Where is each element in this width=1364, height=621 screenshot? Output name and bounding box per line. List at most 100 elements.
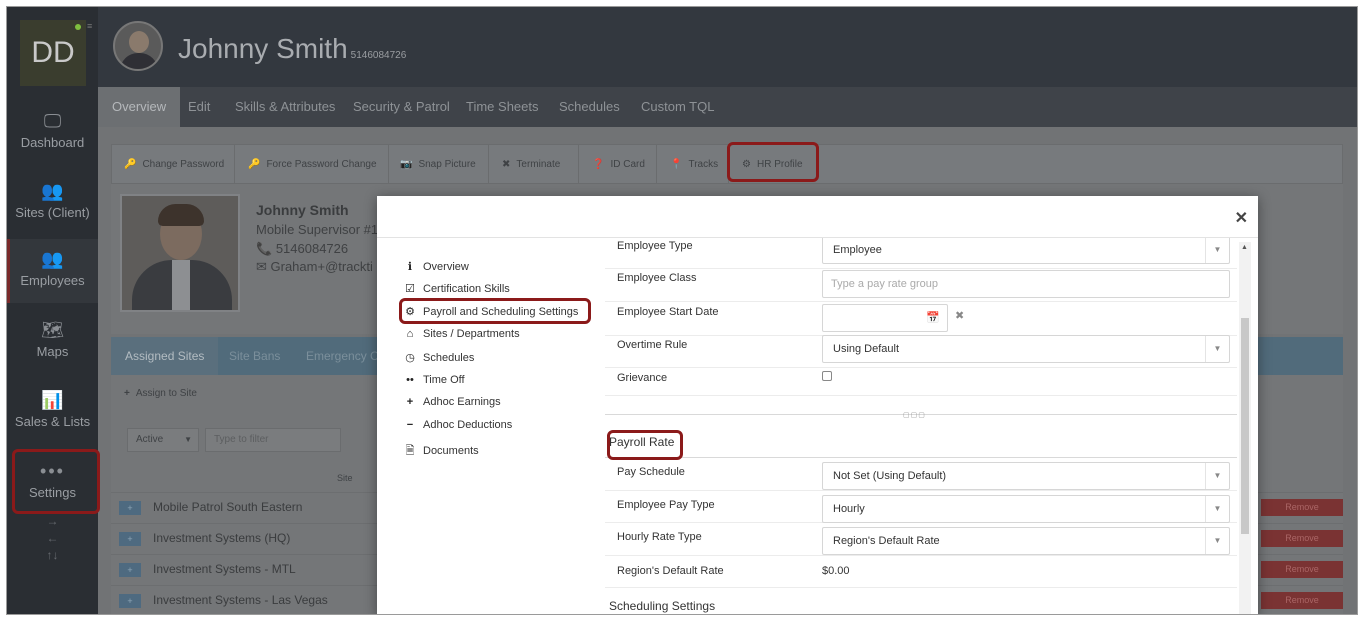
employee-class-row: Employee Class Type a pay rate group (605, 269, 1237, 302)
employee-type-select[interactable]: Employee ▼ (822, 238, 1230, 264)
key-icon: 🔑 (248, 159, 261, 170)
sidebar-item-sales[interactable]: 📊 Sales & Lists (7, 390, 98, 429)
resize-handle-icon[interactable]: ▢▢▢ (903, 411, 931, 419)
company-avatar[interactable]: DD (20, 20, 86, 86)
expand-button[interactable]: + (119, 532, 141, 546)
avatar (113, 21, 163, 71)
dots-icon: •• (406, 374, 414, 386)
overtime-rule-select[interactable]: Using Default ▼ (822, 335, 1230, 363)
pay-schedule-select[interactable]: Not Set (Using Default) ▼ (822, 462, 1230, 490)
snap-picture-button[interactable]: 📷 Snap Picture (400, 145, 476, 185)
sidebar-item-maps[interactable]: 🗺 Maps (7, 320, 98, 359)
modal-nav-overview[interactable]: ℹ Overview (403, 260, 469, 273)
bar-chart-icon: 📊 (41, 390, 64, 410)
modal-nav-adhoc-earnings[interactable]: + Adhoc Earnings (403, 396, 501, 408)
payroll-form: Employee Type Employee ▼ Employee Class T… (605, 238, 1237, 614)
rate-type-row: Hourly Rate Type Region's Default Rate ▼ (605, 523, 1237, 556)
tab-edit[interactable]: Edit (188, 87, 210, 127)
card-title: Mobile Supervisor #10 (256, 222, 386, 237)
tab-overview[interactable]: Overview (98, 87, 181, 127)
remove-button[interactable]: Remove (1261, 530, 1343, 547)
people-icon: 👥 (41, 249, 64, 269)
modal-nav-sites[interactable]: ⌂ Sites / Departments (403, 328, 520, 340)
tab-skills[interactable]: Skills & Attributes (235, 87, 335, 127)
tracks-button[interactable]: 📍 Tracks (670, 145, 718, 185)
hr-profile-modal: ✕ ℹ Overview ☑ Certification Skills ⚙ Payro… (377, 196, 1258, 614)
id-card-button[interactable]: ❓ ID Card (592, 145, 645, 185)
home-icon: ⌂ (406, 328, 414, 340)
remove-button[interactable]: Remove (1261, 592, 1343, 609)
question-icon: ❓ (592, 159, 605, 170)
modal-nav-documents[interactable]: 🗎 Documents (403, 442, 479, 461)
tab-timesheets[interactable]: Time Sheets (466, 87, 539, 127)
scheduling-section: Scheduling Settings (609, 599, 716, 613)
plus-icon: + (124, 388, 130, 399)
force-password-button[interactable]: 🔑 Force Password Change (248, 145, 377, 185)
site-filter-input[interactable]: Type to filter (205, 428, 341, 452)
sidebar-item-sites[interactable]: 👥 Sites (Client) (7, 181, 98, 220)
people-icon: 👥 (41, 181, 64, 201)
clock-icon: ◷ (405, 352, 415, 364)
plus-icon: + (406, 396, 414, 408)
grievance-row: Grievance (605, 368, 1237, 396)
start-date-input[interactable]: 📅 (822, 304, 948, 332)
hamburger-icon[interactable]: ≡ (87, 22, 96, 31)
tab-security[interactable]: Security & Patrol (353, 87, 450, 127)
scroll-thumb[interactable] (1241, 318, 1249, 534)
scroll-up-icon[interactable]: ▲ (1241, 244, 1248, 251)
start-date-row: Employee Start Date 📅 ✖ (605, 302, 1237, 336)
close-icon: ✖ (502, 159, 511, 170)
close-icon[interactable]: ✕ (1235, 208, 1248, 228)
expand-button[interactable]: + (119, 594, 141, 608)
caret-down-icon: ▼ (1205, 336, 1229, 362)
map-icon: 🗺 (41, 320, 64, 340)
expand-button[interactable]: + (119, 501, 141, 515)
employee-class-input[interactable]: Type a pay rate group (822, 270, 1230, 298)
key-icon: 🔑 (124, 159, 137, 170)
modal-scrollbar[interactable]: ▲ (1239, 242, 1251, 614)
expand-button[interactable]: + (119, 563, 141, 577)
employee-type-row: Employee Type Employee ▼ (605, 238, 1237, 269)
tab-emergency[interactable]: Emergency Co (306, 337, 385, 375)
modal-nav-certification[interactable]: ☑ Certification Skills (403, 282, 510, 295)
pay-type-select[interactable]: Hourly ▼ (822, 495, 1230, 523)
modal-nav-time-off[interactable]: •• Time Off (403, 374, 464, 386)
monitor-icon: 🖵 (43, 111, 62, 131)
pay-type-row: Employee Pay Type Hourly ▼ (605, 491, 1237, 523)
card-name: Johnny Smith (256, 202, 349, 218)
calendar-icon[interactable]: 📅 (926, 305, 940, 331)
grievance-checkbox[interactable] (822, 371, 832, 381)
remove-button[interactable]: Remove (1261, 499, 1343, 516)
employee-photo (120, 194, 240, 312)
change-password-button[interactable]: 🔑 Change Password (124, 145, 224, 185)
phone-icon: 📞 (256, 241, 276, 256)
tab-schedules[interactable]: Schedules (559, 87, 620, 127)
modal-nav-adhoc-deductions[interactable]: − Adhoc Deductions (403, 419, 513, 431)
caret-down-icon: ▼ (1205, 528, 1229, 554)
tab-site-bans[interactable]: Site Bans (229, 337, 280, 375)
tab-bar: Overview Edit Skills & Attributes Securi… (98, 87, 1357, 127)
assign-site-button[interactable]: + Assign to Site (124, 388, 197, 399)
camera-icon: 📷 (400, 159, 413, 170)
site-column-header: Site (337, 473, 353, 483)
clear-date-icon[interactable]: ✖ (955, 309, 964, 322)
status-filter-select[interactable]: Active ▼ (127, 428, 199, 452)
employee-id: 5146084726 (350, 50, 407, 61)
tab-assigned-sites[interactable]: Assigned Sites (111, 337, 219, 375)
collapse-arrows-icon[interactable]: → ← ↑↓ (7, 513, 98, 564)
sidebar: DD ≡ 🖵 Dashboard 👥 Sites (Client) 👥 Empl… (7, 7, 98, 614)
remove-button[interactable]: Remove (1261, 561, 1343, 578)
tab-custom-tql[interactable]: Custom TQL (641, 87, 714, 127)
highlight-payroll-rate (607, 430, 683, 460)
terminate-button[interactable]: ✖ Terminate (502, 145, 560, 185)
mail-icon: ✉ (256, 259, 271, 274)
sidebar-item-dashboard[interactable]: 🖵 Dashboard (7, 111, 98, 150)
checkbox-icon: ☑ (405, 283, 415, 295)
sidebar-item-employees[interactable]: 👥 Employees (7, 239, 98, 303)
highlight-settings (12, 449, 100, 514)
rate-type-select[interactable]: Region's Default Rate ▼ (822, 527, 1230, 555)
document-icon: 🗎 (405, 445, 415, 457)
caret-down-icon: ▼ (1205, 496, 1229, 522)
minus-icon: − (406, 419, 414, 431)
modal-nav-schedules[interactable]: ◷ Schedules (403, 351, 474, 364)
